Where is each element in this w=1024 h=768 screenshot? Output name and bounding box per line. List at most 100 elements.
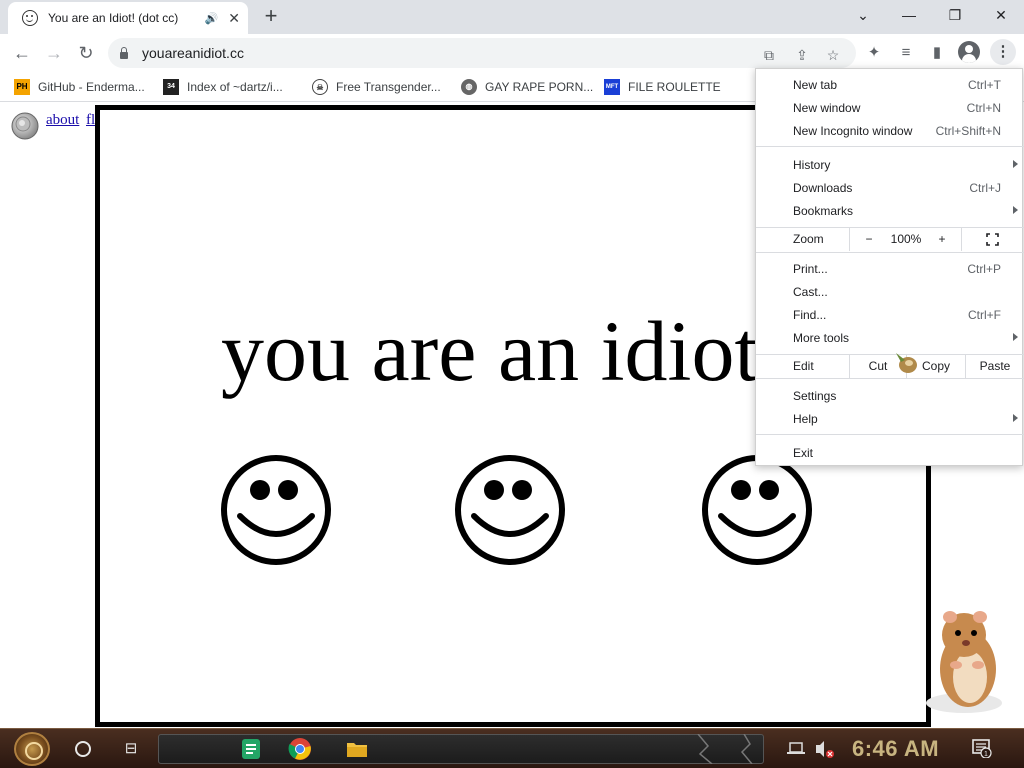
tab-title: You are an Idiot! (dot cc) [48,11,179,25]
menu-history[interactable]: History [756,153,1024,176]
menu-edit-row: Edit Cut Copy Paste [756,355,1024,378]
sheets-app-icon[interactable] [239,737,263,761]
forward-button[interactable]: → [40,39,68,67]
menu-cast[interactable]: Cast... [756,280,1024,303]
smiley-face-icon [221,455,331,565]
bookmark-star-icon[interactable]: ☆ [824,46,842,64]
submenu-arrow-icon [1013,414,1018,422]
menu-settings[interactable]: Settings [756,384,1024,407]
bookmark-item[interactable]: PH GitHub - Enderma... [14,78,145,96]
menu-divider [849,228,850,251]
smiley-favicon-icon [22,10,38,26]
chrome-app-icon[interactable] [288,737,312,761]
address-url: youareanidiot.cc [142,45,244,61]
menu-bookmarks[interactable]: Bookmarks [756,199,1024,222]
new-tab-button[interactable]: + [259,4,283,28]
search-tabs-button[interactable]: ⌄ [849,4,877,26]
desktop-screen: You are an Idiot! (dot cc) 🔊 ✕ + ⌄ — ❐ ✕… [0,0,1024,768]
file-explorer-icon[interactable] [345,737,369,761]
menu-separator [756,378,1024,379]
tab-close-icon[interactable]: ✕ [228,10,240,27]
menu-new-window[interactable]: New window Ctrl+N [756,96,1024,119]
chrome-main-menu: New tab Ctrl+T New window Ctrl+N New Inc… [755,68,1024,466]
menu-zoom-row: Zoom − 100% + [756,228,1024,251]
window-close-button[interactable]: ✕ [987,4,1015,26]
menu-item-label: Help [793,411,818,426]
menu-item-label: Bookmarks [793,203,854,218]
taskbar-crack-decoration [697,734,753,764]
hamster-icon[interactable] [922,603,1012,715]
menu-item-label: History [793,157,831,172]
profile-avatar-icon[interactable] [958,41,980,63]
menu-new-tab[interactable]: New tab Ctrl+T [756,73,1024,96]
edit-label: Edit [793,359,814,373]
browser-tab[interactable]: You are an Idiot! (dot cc) 🔊 ✕ [8,2,248,34]
about-link[interactable]: about [46,112,79,129]
minimize-button[interactable]: — [895,4,923,26]
menu-print[interactable]: Print... Ctrl+P [756,257,1024,280]
menu-downloads[interactable]: Downloads Ctrl+J [756,176,1024,199]
bookmark-label: Free Transgender... [336,80,441,94]
bookmark-item[interactable]: MFT FILE ROULETTE [604,78,721,96]
system-tray-icons[interactable] [784,733,838,765]
media-control-icon[interactable]: ≡ [895,42,917,64]
menu-divider [961,228,962,251]
submenu-arrow-icon [1013,160,1018,168]
menu-shortcut: Ctrl+J [969,180,1001,195]
restore-button[interactable]: ❐ [941,4,969,26]
smiley-face-icon [702,455,812,565]
menu-shortcut: Ctrl+P [967,261,1001,276]
address-bar[interactable]: youareanidiot.cc ⧉ ⇪ ☆ [108,38,856,68]
menu-separator [756,434,1024,435]
dartz-icon: 34 [163,79,179,95]
lock-icon[interactable] [120,46,128,59]
menu-item-label: New tab [793,77,838,92]
zoom-in-button[interactable]: + [932,228,952,251]
popup-blocked-icon[interactable]: ⧉ [760,46,778,64]
menu-exit[interactable]: Exit [756,441,1024,464]
menu-item-label: New Incognito window [793,123,913,138]
search-circle-icon[interactable] [75,741,91,757]
zoom-value: 100% [890,232,922,246]
bookmark-label: FILE ROULETTE [628,80,721,94]
menu-item-label: Print... [793,261,828,276]
taskbar: ⊟ 6:46 AM 1 [0,728,1024,768]
back-button[interactable]: ← [8,39,36,67]
taskbar-clock[interactable]: 6:46 AM [852,736,939,762]
menu-item-label: Exit [793,445,814,460]
chrome-menu-button[interactable]: ⋮ [990,39,1016,65]
share-icon[interactable]: ⇪ [793,46,811,64]
reload-button[interactable]: ↻ [72,39,100,67]
menu-separator [756,252,1024,253]
task-view-icon[interactable]: ⊟ [122,740,140,758]
bookmark-item[interactable]: ◍ GAY RAPE PORN... [461,78,593,96]
menu-new-incognito-window[interactable]: New Incognito window Ctrl+Shift+N [756,119,1024,142]
bookmark-item[interactable]: 34 Index of ~dartz/i... [163,78,283,96]
side-panel-icon[interactable]: ▮ [926,42,948,64]
tab-audio-icon[interactable]: 🔊 [205,12,219,25]
zoom-out-button[interactable]: − [859,228,879,251]
menu-item-label: New window [793,100,861,115]
bookmark-label: GitHub - Enderma... [38,80,145,94]
smiley-face-icon [455,455,565,565]
menu-shortcut: Ctrl+T [968,77,1001,92]
menu-item-label: Settings [793,388,837,403]
headline: you are an idiot [221,303,759,399]
notifications-icon[interactable]: 1 [972,738,992,758]
fullscreen-icon[interactable] [986,233,999,246]
bookmark-label: GAY RAPE PORN... [485,80,594,94]
extensions-icon[interactable]: ✦ [863,42,885,64]
globe-icon: ◍ [461,79,477,95]
menu-find[interactable]: Find... Ctrl+F [756,303,1024,326]
animated-cursor-icon [896,353,917,373]
bookmark-item[interactable]: ☠ Free Transgender... [312,78,441,96]
paste-button[interactable]: Paste [966,355,1024,378]
speaker-icon[interactable] [8,109,40,141]
zoom-label: Zoom [793,232,824,246]
menu-shortcut: Ctrl+Shift+N [935,123,1001,138]
start-button[interactable] [14,732,50,766]
menu-item-label: Cast... [793,284,828,299]
menu-more-tools[interactable]: More tools [756,326,1024,349]
menu-help[interactable]: Help [756,407,1024,430]
browser-toolbar: ← → ↻ youareanidiot.cc ⧉ ⇪ ☆ ✦ ≡ ▮ ⋮ [0,34,1024,72]
